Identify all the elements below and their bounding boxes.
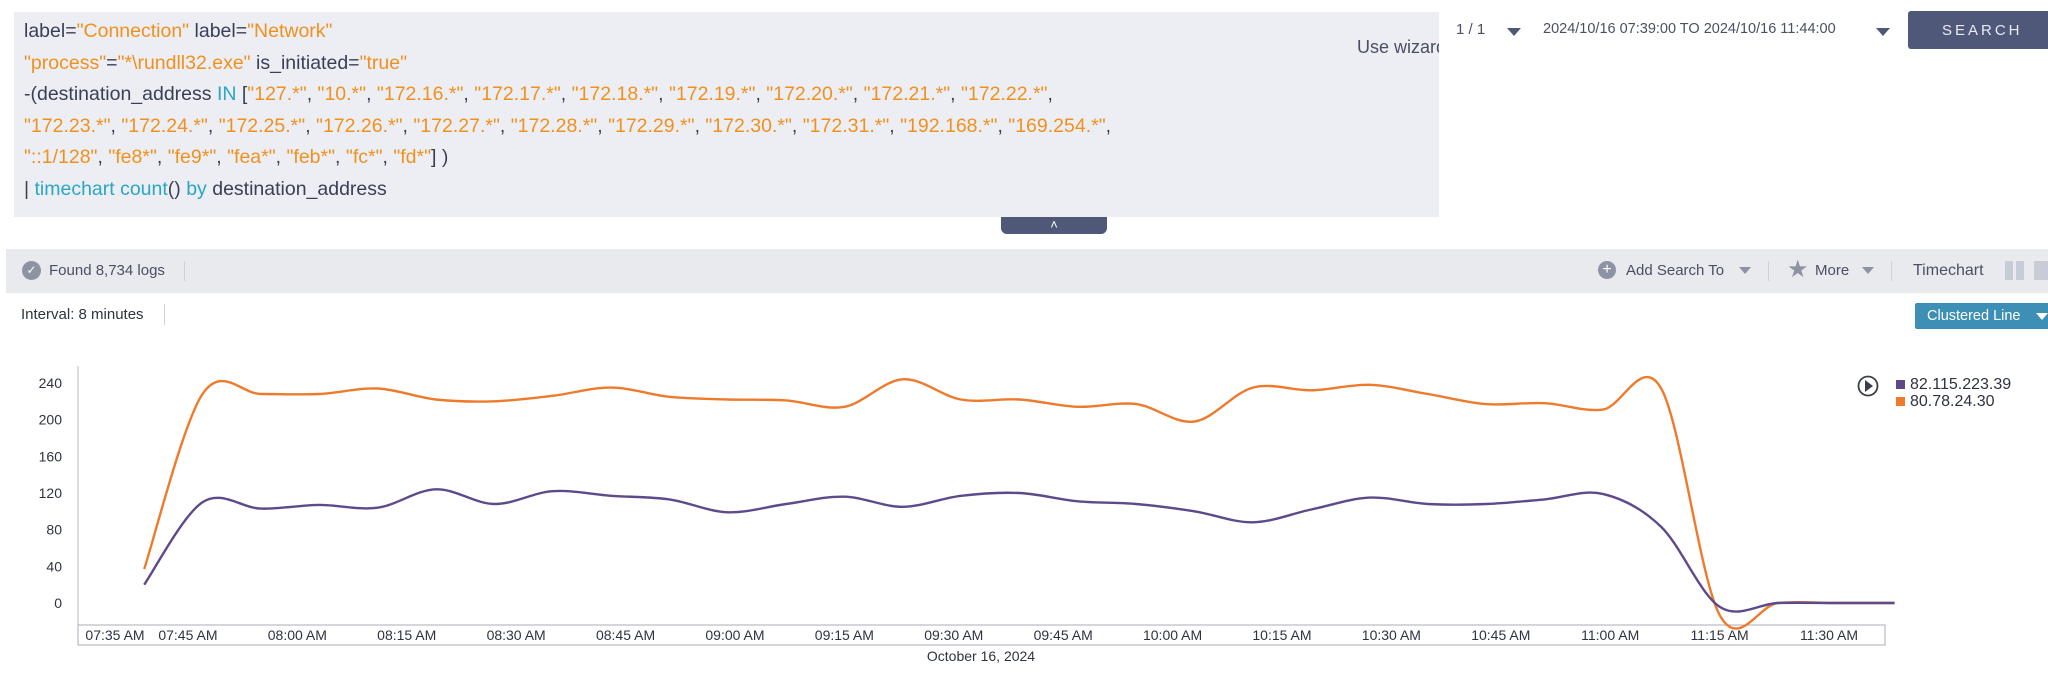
- x-tick-label: 08:15 AM: [377, 627, 436, 643]
- x-tick-label: 10:00 AM: [1143, 627, 1202, 643]
- legend-label: 80.78.24.30: [1910, 393, 1995, 410]
- x-tick-label: 10:45 AM: [1471, 627, 1530, 643]
- x-tick-label: 07:35 AM: [85, 627, 144, 643]
- x-tick-label: 11:30 AM: [1800, 627, 1858, 643]
- legend-swatch: [1896, 380, 1905, 389]
- series-line: [143, 375, 1895, 630]
- x-tick-label: 07:45 AM: [158, 627, 217, 643]
- y-tick-label: 40: [46, 558, 62, 574]
- x-tick-label: 09:30 AM: [924, 627, 983, 643]
- x-axis-date-label: October 16, 2024: [927, 648, 1035, 664]
- y-tick-label: 120: [39, 485, 63, 501]
- y-tick-label: 160: [39, 448, 63, 464]
- play-icon: [1865, 380, 1873, 392]
- x-tick-label: 08:30 AM: [487, 627, 546, 643]
- series-line: [143, 488, 1895, 613]
- y-tick-label: 240: [39, 375, 63, 391]
- legend-swatch: [1896, 397, 1905, 406]
- x-tick-label: 09:15 AM: [815, 627, 874, 643]
- y-tick-label: 200: [39, 412, 63, 428]
- legend-label: 82.115.223.39: [1910, 376, 2011, 393]
- x-tick-label: 08:00 AM: [268, 627, 327, 643]
- x-tick-label: 10:15 AM: [1252, 627, 1311, 643]
- x-tick-label: 11:00 AM: [1581, 627, 1639, 643]
- x-tick-label: 11:15 AM: [1691, 627, 1749, 643]
- x-tick-label: 08:45 AM: [596, 627, 655, 643]
- y-tick-label: 0: [54, 595, 62, 611]
- x-tick-label: 09:45 AM: [1034, 627, 1093, 643]
- x-tick-label: 10:30 AM: [1362, 627, 1421, 643]
- y-tick-label: 80: [46, 522, 62, 538]
- timechart: 0 40 80 120 160 200 240 07:35 AM 07:45 AM 08:00 A…: [39, 366, 2011, 664]
- x-tick-label: 09:00 AM: [705, 627, 764, 643]
